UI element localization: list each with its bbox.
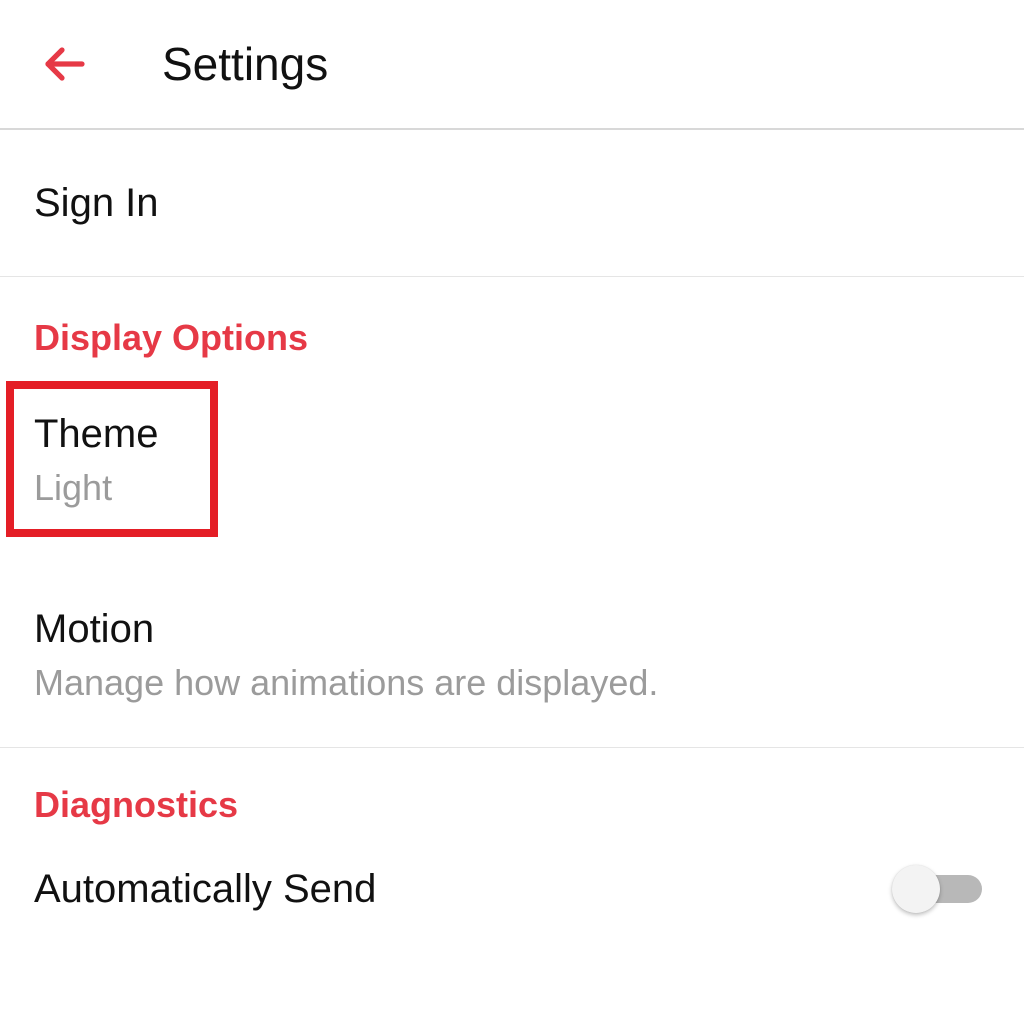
theme-title: Theme — [34, 409, 159, 459]
auto-send-title: Automatically Send — [34, 864, 376, 914]
auto-send-toggle[interactable] — [892, 865, 982, 913]
section-header-display-options: Display Options — [0, 277, 1024, 383]
theme-value: Light — [34, 465, 159, 510]
signin-label: Sign In — [34, 178, 159, 228]
auto-send-row: Automatically Send — [0, 844, 1024, 938]
theme-row[interactable]: Theme Light — [0, 383, 1024, 562]
toggle-knob — [892, 865, 940, 913]
motion-title: Motion — [34, 604, 658, 654]
motion-subtitle: Manage how animations are displayed. — [34, 660, 658, 705]
page-title: Settings — [162, 37, 328, 91]
header-bar: Settings — [0, 0, 1024, 130]
motion-row[interactable]: Motion Manage how animations are display… — [0, 562, 1024, 748]
signin-row[interactable]: Sign In — [0, 130, 1024, 277]
section-header-diagnostics: Diagnostics — [0, 748, 1024, 844]
back-arrow-icon[interactable] — [38, 38, 90, 90]
